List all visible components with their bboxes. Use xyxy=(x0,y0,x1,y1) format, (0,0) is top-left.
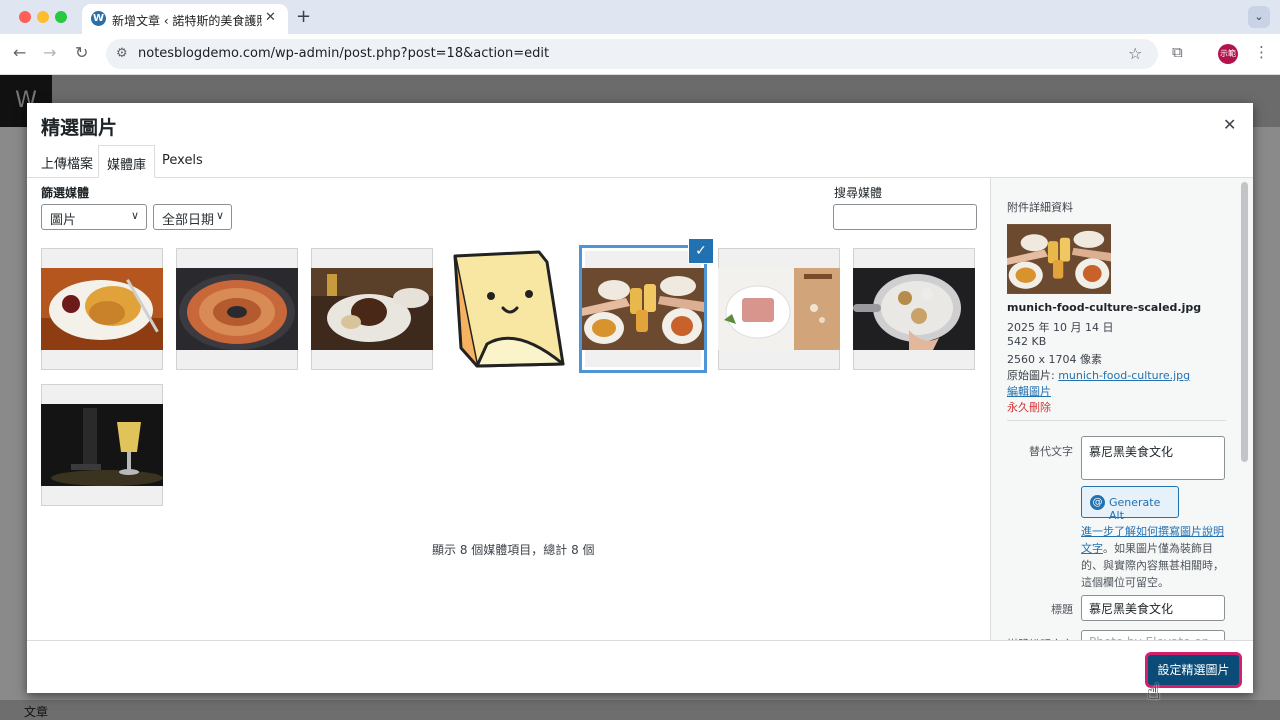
maximize-window-button[interactable] xyxy=(55,11,67,23)
sausages-image xyxy=(176,268,298,350)
sticky-note-illustration xyxy=(447,248,569,370)
search-media-input[interactable] xyxy=(833,204,977,230)
minimize-window-button[interactable] xyxy=(37,11,49,23)
tab-upload[interactable]: 上傳檔案 xyxy=(41,153,93,172)
browser-toolbar: ← → ↻ ⚙ notesblogdemo.com/wp-admin/post.… xyxy=(0,34,1280,75)
edit-image-link[interactable]: 編輯圖片 xyxy=(1007,383,1051,399)
attachment-dimensions: 2560 x 1704 像素 xyxy=(1007,353,1102,366)
media-item-sticky-note[interactable] xyxy=(447,248,569,370)
profile-avatar[interactable]: 示範 xyxy=(1218,44,1238,64)
modal-footer: 設定精選圖片 xyxy=(27,640,1253,693)
media-item-roast[interactable] xyxy=(311,248,433,370)
browser-menu-icon[interactable]: ⋮ xyxy=(1254,43,1269,61)
url-text: notesblogdemo.com/wp-admin/post.php?post… xyxy=(138,46,550,61)
generate-alt-button[interactable]: @ Generate Alt xyxy=(1081,486,1179,522)
sidebar-scrollbar[interactable] xyxy=(1241,182,1248,462)
media-type-value: 圖片 xyxy=(50,213,77,228)
reload-icon[interactable]: ↻ xyxy=(75,43,88,62)
schnitzel-image xyxy=(41,268,163,350)
selected-check-icon[interactable]: ✓ xyxy=(689,239,713,263)
delete-permanently-link[interactable]: 永久刪除 xyxy=(1007,399,1051,415)
title-field[interactable]: 慕尼黑美食文化 xyxy=(1081,595,1225,621)
bookmark-star-icon[interactable]: ☆ xyxy=(1128,44,1142,63)
at-sign-icon: @ xyxy=(1090,495,1105,510)
filter-media-label: 篩選媒體 xyxy=(41,186,90,200)
munich-food-culture-image xyxy=(582,268,704,350)
forward-icon[interactable]: → xyxy=(43,43,56,62)
hand-cursor-icon: ☝ xyxy=(1147,680,1161,705)
attachment-filesize: 542 KB xyxy=(1007,335,1047,348)
browser-tab[interactable]: W 新增文章 ‹ 諾特斯的美食護照 — ✕ xyxy=(82,4,288,34)
media-type-select[interactable]: 圖片 ∨ xyxy=(41,204,147,230)
new-tab-icon[interactable]: + xyxy=(296,6,311,27)
date-filter-value: 全部日期 xyxy=(162,213,215,228)
attachment-details-heading: 附件詳細資料 xyxy=(1007,201,1073,214)
close-icon[interactable]: ✕ xyxy=(1223,115,1236,134)
original-image-row: 原始圖片: munich-food-culture.jpg xyxy=(1007,367,1190,383)
media-count-text: 顯示 8 個媒體項目，總計 8 個 xyxy=(432,543,595,557)
date-filter-select[interactable]: 全部日期 ∨ xyxy=(153,204,232,230)
alt-text-label: 替代文字 xyxy=(1029,445,1073,458)
tab-search-icon[interactable]: ⌄ xyxy=(1248,6,1270,28)
modal-title: 精選圖片 xyxy=(41,117,118,139)
beer-image xyxy=(41,404,163,486)
address-bar[interactable]: ⚙ notesblogdemo.com/wp-admin/post.php?po… xyxy=(106,39,1158,69)
platter-image xyxy=(853,268,975,350)
site-settings-icon[interactable]: ⚙ xyxy=(116,46,128,61)
close-window-button[interactable] xyxy=(19,11,31,23)
extensions-icon[interactable]: ⧉ xyxy=(1172,43,1183,61)
search-media-label: 搜尋媒體 xyxy=(834,186,883,200)
media-item-schnitzel[interactable] xyxy=(41,248,163,370)
alt-text-help-text: 。如果圖片僅為裝飾目的、與實際內容無甚相關時，這個欄位可留空。 xyxy=(1081,542,1224,589)
tab-pexels[interactable]: Pexels xyxy=(162,153,203,168)
featured-image-modal: 精選圖片 ✕ 上傳檔案 媒體庫 Pexels 篩選媒體 圖片 ∨ 全部日期 ∨ … xyxy=(27,103,1253,693)
attachment-date: 2025 年 10 月 14 日 xyxy=(1007,321,1114,334)
set-featured-image-button[interactable]: 設定精選圖片 xyxy=(1148,655,1239,685)
chevron-down-icon: ∨ xyxy=(130,209,139,222)
chevron-down-icon: ∨ xyxy=(215,209,224,222)
attachment-preview xyxy=(1007,224,1111,294)
sidebar-divider xyxy=(1007,420,1226,421)
alt-text-field[interactable]: 慕尼黑美食文化 xyxy=(1081,436,1225,480)
back-icon[interactable]: ← xyxy=(13,43,26,62)
browser-tab-bar: W 新增文章 ‹ 諾特斯的美食護照 — ✕ + ⌄ xyxy=(0,0,1280,34)
wordpress-icon: W xyxy=(91,11,106,26)
alt-text-help: 進一步了解如何撰寫圖片說明文字。如果圖片僅為裝飾目的、與實際內容無甚相關時，這個… xyxy=(1081,523,1229,591)
original-image-label: 原始圖片: xyxy=(1007,369,1055,382)
wp-editor-footer: 文章 xyxy=(0,700,1280,720)
media-item-munich-food-culture[interactable] xyxy=(582,248,704,370)
title-label: 標題 xyxy=(1051,603,1073,616)
media-item-beer[interactable] xyxy=(41,384,163,506)
tab-media-library[interactable]: 媒體庫 xyxy=(98,145,156,178)
attachment-details-sidebar: 附件詳細資料 munich-food-culture-scaled.jpg 20… xyxy=(990,178,1253,656)
original-image-link[interactable]: munich-food-culture.jpg xyxy=(1058,369,1190,382)
attachment-preview-image xyxy=(1007,224,1111,294)
modal-tabs: 上傳檔案 媒體庫 Pexels xyxy=(27,145,1253,178)
attachment-filename: munich-food-culture-scaled.jpg xyxy=(1007,301,1202,314)
breadcrumb: 文章 xyxy=(24,705,49,719)
close-tab-icon[interactable]: ✕ xyxy=(265,10,276,25)
media-item-platter[interactable] xyxy=(853,248,975,370)
media-item-sausages[interactable] xyxy=(176,248,298,370)
roast-image xyxy=(311,268,433,350)
media-item-pate[interactable] xyxy=(718,248,840,370)
tab-title: 新增文章 ‹ 諾特斯的美食護照 — xyxy=(112,14,262,28)
generate-alt-label: Generate Alt xyxy=(1109,496,1161,522)
pate-image xyxy=(718,268,840,350)
